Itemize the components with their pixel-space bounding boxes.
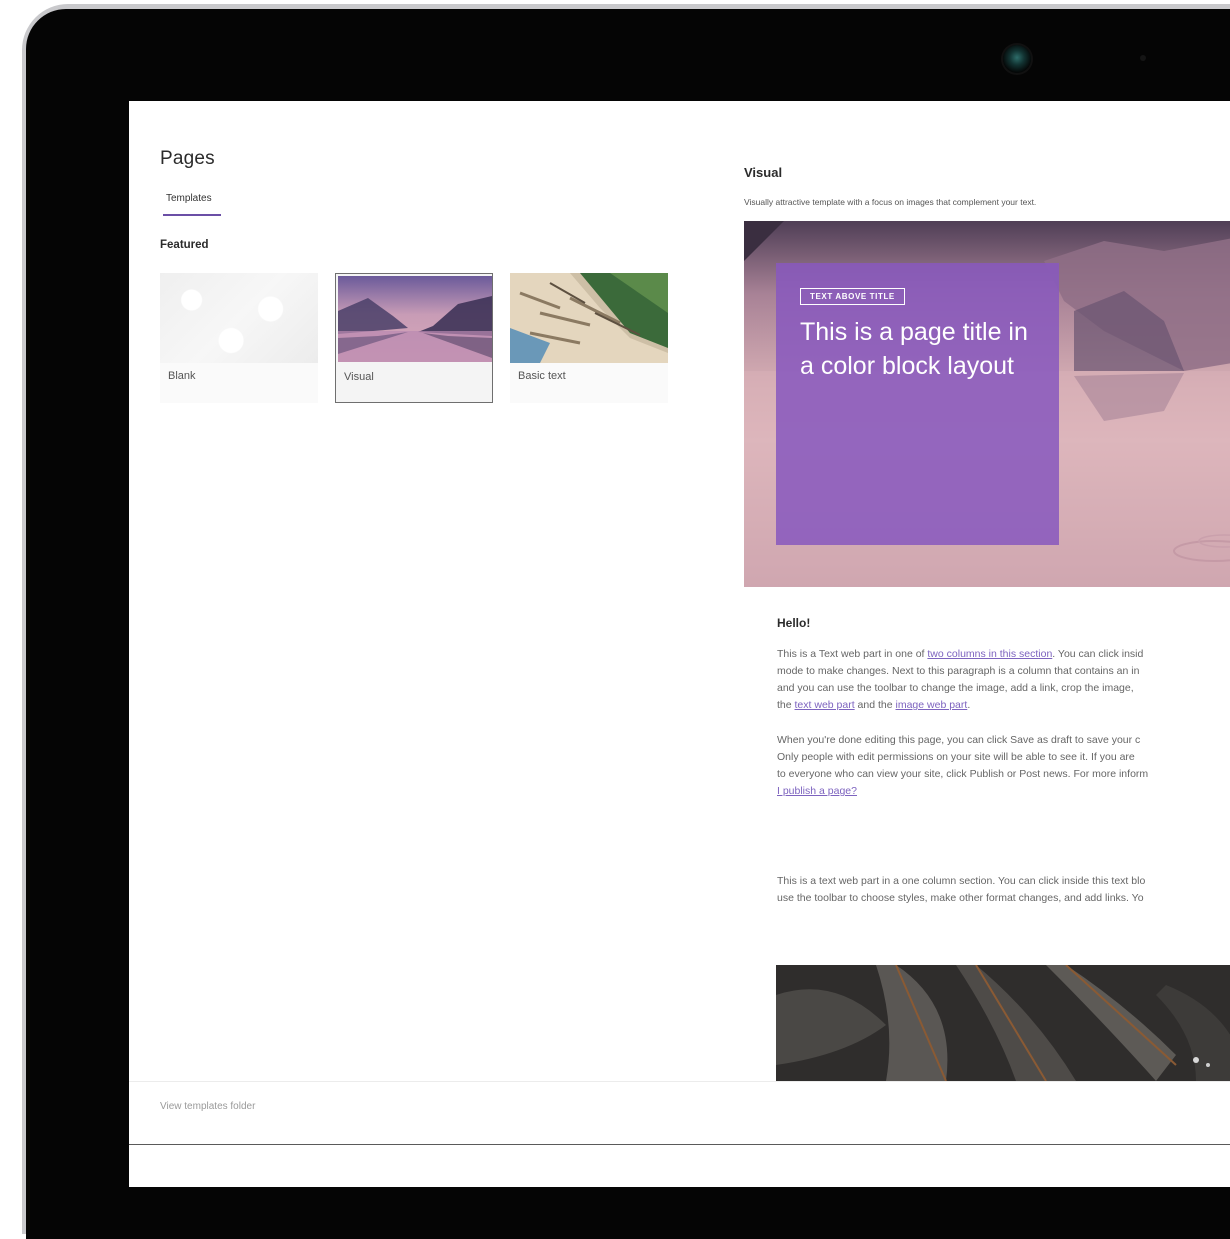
preview-title: Visual <box>744 165 783 180</box>
para2-text: to everyone who can view your site, clic… <box>777 768 1149 780</box>
color-block: TEXT ABOVE TITLE This is a page title in… <box>776 263 1059 545</box>
publish-page-link[interactable]: I publish a page? <box>777 785 857 797</box>
leaf-image <box>776 965 1230 1081</box>
para1-text: . You can click insid <box>1052 648 1144 660</box>
para1-text: This is a Text web part in one of <box>777 648 928 660</box>
para2-text: Only people with edit permissions on you… <box>777 751 1135 763</box>
view-templates-folder-link[interactable]: View templates folder <box>160 1101 255 1112</box>
hero-title-line1: This is a page title in <box>800 318 1028 346</box>
text-above-title: TEXT ABOVE TITLE <box>800 288 905 305</box>
webcam-icon <box>1003 45 1031 73</box>
template-card-visual[interactable]: Visual <box>335 273 493 403</box>
visual-thumbnail <box>338 276 492 362</box>
paragraph-1: This is a Text web part in one of two co… <box>777 646 1143 714</box>
footer-divider <box>129 1081 1230 1082</box>
template-label: Blank <box>168 370 196 382</box>
hero-image: TEXT ABOVE TITLE This is a page title in… <box>744 221 1230 587</box>
template-card-basic-text[interactable]: Basic text <box>510 273 668 403</box>
text-web-part-link[interactable]: text web part <box>795 699 855 711</box>
paragraph-2: When you're done editing this page, you … <box>777 732 1148 800</box>
para1-text: mode to make changes. Next to this parag… <box>777 665 1140 677</box>
screen: Pages Templates Featured Blank Visual Ba… <box>129 101 1230 1144</box>
hero-title: This is a page title in a color block la… <box>800 315 1050 383</box>
para1-text: the <box>777 699 795 711</box>
template-label: Visual <box>344 371 374 383</box>
hero-title-line2: a color block layout <box>800 352 1015 380</box>
basic-text-thumbnail <box>510 273 668 363</box>
blank-thumbnail <box>160 273 318 363</box>
hello-heading: Hello! <box>777 616 811 630</box>
page-title: Pages <box>160 148 215 169</box>
para1-text: and you can use the toolbar to change th… <box>777 682 1134 694</box>
para1-text: . <box>967 699 971 711</box>
para1-text: and the <box>854 699 896 711</box>
tab-selected-indicator <box>163 214 221 216</box>
tab-templates[interactable]: Templates <box>166 193 212 204</box>
sensor-icon <box>1140 55 1146 61</box>
two-columns-link[interactable]: two columns in this section <box>927 648 1052 660</box>
preview-description: Visually attractive template with a focu… <box>744 197 1037 207</box>
below-screen-area <box>129 1144 1230 1187</box>
image-web-part-link[interactable]: image web part <box>896 699 968 711</box>
para3-text: use the toolbar to choose styles, make o… <box>777 892 1144 904</box>
template-label: Basic text <box>518 370 566 382</box>
paragraph-3: This is a text web part in a one column … <box>777 873 1145 907</box>
para3-text: This is a text web part in a one column … <box>777 875 1146 887</box>
template-card-blank[interactable]: Blank <box>160 273 318 403</box>
featured-heading: Featured <box>160 239 209 251</box>
para2-text: When you're done editing this page, you … <box>777 734 1141 746</box>
